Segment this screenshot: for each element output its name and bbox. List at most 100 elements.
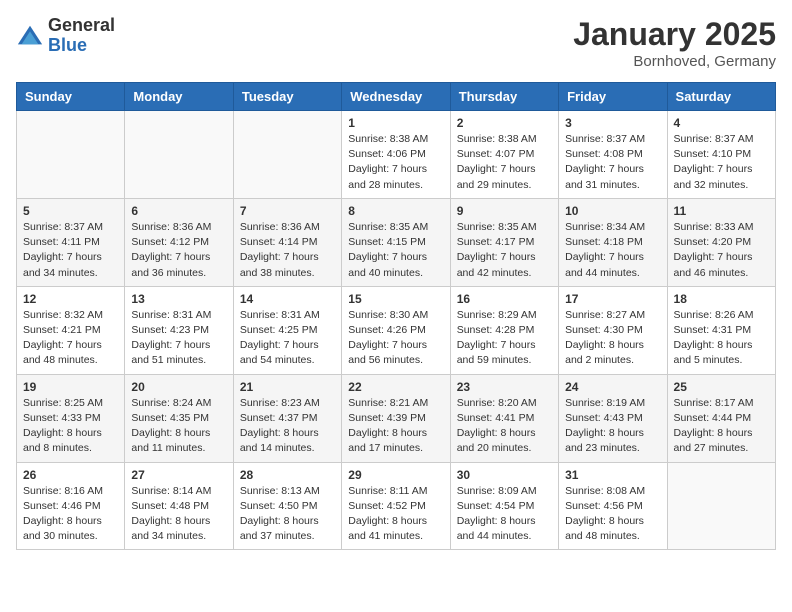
title-block: January 2025 Bornhoved, Germany	[573, 16, 776, 70]
week-row-1: 1Sunrise: 8:38 AM Sunset: 4:06 PM Daylig…	[17, 111, 776, 199]
day-number: 31	[565, 468, 660, 482]
day-info: Sunrise: 8:21 AM Sunset: 4:39 PM Dayligh…	[348, 396, 443, 457]
day-cell	[233, 111, 341, 199]
day-number: 11	[674, 204, 769, 218]
day-cell: 22Sunrise: 8:21 AM Sunset: 4:39 PM Dayli…	[342, 374, 450, 462]
logo-text: General Blue	[48, 16, 115, 56]
day-info: Sunrise: 8:27 AM Sunset: 4:30 PM Dayligh…	[565, 308, 660, 369]
day-cell: 26 Sunrise: 8:16 AM Sunset: 4:46 PM Dayli…	[17, 462, 125, 550]
day-cell: 24Sunrise: 8:19 AM Sunset: 4:43 PM Dayli…	[559, 374, 667, 462]
day-number: 7	[240, 204, 335, 218]
day-number: 3	[565, 116, 660, 130]
day-cell: 29 Sunrise: 8:11 AM Sunset: 4:52 PM Dayli…	[342, 462, 450, 550]
day-info: Sunrise: 8:32 AM Sunset: 4:21 PM Dayligh…	[23, 308, 118, 369]
day-cell: 18Sunrise: 8:26 AM Sunset: 4:31 PM Dayli…	[667, 286, 775, 374]
day-number: 28	[240, 468, 335, 482]
day-number: 23	[457, 380, 552, 394]
day-cell: 2Sunrise: 8:38 AM Sunset: 4:07 PM Daylig…	[450, 111, 558, 199]
day-cell: 3 Sunrise: 8:37 AM Sunset: 4:08 PM Daylig…	[559, 111, 667, 199]
day-number: 1	[348, 116, 443, 130]
weekday-header-row: SundayMondayTuesdayWednesdayThursdayFrid…	[17, 83, 776, 111]
day-info: Sunrise: 8:19 AM Sunset: 4:43 PM Dayligh…	[565, 396, 660, 457]
logo-general-text: General	[48, 16, 115, 36]
day-number: 15	[348, 292, 443, 306]
month-title: January 2025	[573, 16, 776, 53]
day-info: Sunrise: 8:37 AM Sunset: 4:11 PM Dayligh…	[23, 220, 118, 281]
day-number: 12	[23, 292, 118, 306]
calendar-table: SundayMondayTuesdayWednesdayThursdayFrid…	[16, 82, 776, 550]
weekday-header-saturday: Saturday	[667, 83, 775, 111]
day-info: Sunrise: 8:13 AM Sunset: 4:50 PM Dayligh…	[240, 484, 335, 545]
day-info: Sunrise: 8:16 AM Sunset: 4:46 PM Dayligh…	[23, 484, 118, 545]
day-number: 18	[674, 292, 769, 306]
day-info: Sunrise: 8:31 AM Sunset: 4:25 PM Dayligh…	[240, 308, 335, 369]
day-info: Sunrise: 8:17 AM Sunset: 4:44 PM Dayligh…	[674, 396, 769, 457]
day-cell: 7Sunrise: 8:36 AM Sunset: 4:14 PM Daylig…	[233, 198, 341, 286]
weekday-header-wednesday: Wednesday	[342, 83, 450, 111]
day-cell: 27 Sunrise: 8:14 AM Sunset: 4:48 PM Dayli…	[125, 462, 233, 550]
day-number: 29	[348, 468, 443, 482]
week-row-3: 12 Sunrise: 8:32 AM Sunset: 4:21 PM Dayli…	[17, 286, 776, 374]
day-info: Sunrise: 8:14 AM Sunset: 4:48 PM Dayligh…	[131, 484, 226, 545]
day-cell: 23 Sunrise: 8:20 AM Sunset: 4:41 PM Dayli…	[450, 374, 558, 462]
day-number: 25	[674, 380, 769, 394]
weekday-header-friday: Friday	[559, 83, 667, 111]
day-info: Sunrise: 8:35 AM Sunset: 4:17 PM Dayligh…	[457, 220, 552, 281]
day-info: Sunrise: 8:37 AM Sunset: 4:08 PM Dayligh…	[565, 132, 660, 193]
day-cell: 4Sunrise: 8:37 AM Sunset: 4:10 PM Daylig…	[667, 111, 775, 199]
day-cell: 30Sunrise: 8:09 AM Sunset: 4:54 PM Dayli…	[450, 462, 558, 550]
day-cell: 6 Sunrise: 8:36 AM Sunset: 4:12 PM Daylig…	[125, 198, 233, 286]
day-info: Sunrise: 8:24 AM Sunset: 4:35 PM Dayligh…	[131, 396, 226, 457]
day-number: 27	[131, 468, 226, 482]
day-cell: 5 Sunrise: 8:37 AM Sunset: 4:11 PM Daylig…	[17, 198, 125, 286]
day-cell: 17 Sunrise: 8:27 AM Sunset: 4:30 PM Dayli…	[559, 286, 667, 374]
day-number: 17	[565, 292, 660, 306]
day-cell: 8 Sunrise: 8:35 AM Sunset: 4:15 PM Daylig…	[342, 198, 450, 286]
day-number: 5	[23, 204, 118, 218]
day-info: Sunrise: 8:35 AM Sunset: 4:15 PM Dayligh…	[348, 220, 443, 281]
day-cell: 15 Sunrise: 8:30 AM Sunset: 4:26 PM Dayli…	[342, 286, 450, 374]
day-info: Sunrise: 8:20 AM Sunset: 4:41 PM Dayligh…	[457, 396, 552, 457]
day-number: 8	[348, 204, 443, 218]
day-number: 21	[240, 380, 335, 394]
day-cell: 12 Sunrise: 8:32 AM Sunset: 4:21 PM Dayli…	[17, 286, 125, 374]
day-info: Sunrise: 8:34 AM Sunset: 4:18 PM Dayligh…	[565, 220, 660, 281]
logo-blue-text: Blue	[48, 36, 115, 56]
day-number: 20	[131, 380, 226, 394]
day-number: 13	[131, 292, 226, 306]
day-number: 16	[457, 292, 552, 306]
day-cell: 13 Sunrise: 8:31 AM Sunset: 4:23 PM Dayli…	[125, 286, 233, 374]
day-cell	[125, 111, 233, 199]
day-info: Sunrise: 8:30 AM Sunset: 4:26 PM Dayligh…	[348, 308, 443, 369]
day-number: 14	[240, 292, 335, 306]
week-row-2: 5 Sunrise: 8:37 AM Sunset: 4:11 PM Daylig…	[17, 198, 776, 286]
day-info: Sunrise: 8:29 AM Sunset: 4:28 PM Dayligh…	[457, 308, 552, 369]
day-cell: 25 Sunrise: 8:17 AM Sunset: 4:44 PM Dayli…	[667, 374, 775, 462]
day-info: Sunrise: 8:31 AM Sunset: 4:23 PM Dayligh…	[131, 308, 226, 369]
day-cell: 11Sunrise: 8:33 AM Sunset: 4:20 PM Dayli…	[667, 198, 775, 286]
day-number: 30	[457, 468, 552, 482]
day-number: 6	[131, 204, 226, 218]
day-info: Sunrise: 8:23 AM Sunset: 4:37 PM Dayligh…	[240, 396, 335, 457]
week-row-5: 26 Sunrise: 8:16 AM Sunset: 4:46 PM Dayli…	[17, 462, 776, 550]
day-cell: 31 Sunrise: 8:08 AM Sunset: 4:56 PM Dayli…	[559, 462, 667, 550]
page-header: General Blue January 2025 Bornhoved, Ger…	[16, 16, 776, 70]
day-info: Sunrise: 8:25 AM Sunset: 4:33 PM Dayligh…	[23, 396, 118, 457]
location-title: Bornhoved, Germany	[573, 53, 776, 70]
day-cell: 28 Sunrise: 8:13 AM Sunset: 4:50 PM Dayli…	[233, 462, 341, 550]
day-cell: 19Sunrise: 8:25 AM Sunset: 4:33 PM Dayli…	[17, 374, 125, 462]
day-number: 26	[23, 468, 118, 482]
weekday-header-sunday: Sunday	[17, 83, 125, 111]
day-info: Sunrise: 8:08 AM Sunset: 4:56 PM Dayligh…	[565, 484, 660, 545]
day-cell: 10 Sunrise: 8:34 AM Sunset: 4:18 PM Dayli…	[559, 198, 667, 286]
day-info: Sunrise: 8:11 AM Sunset: 4:52 PM Dayligh…	[348, 484, 443, 545]
day-number: 9	[457, 204, 552, 218]
day-cell: 1Sunrise: 8:38 AM Sunset: 4:06 PM Daylig…	[342, 111, 450, 199]
day-info: Sunrise: 8:36 AM Sunset: 4:12 PM Dayligh…	[131, 220, 226, 281]
day-cell: 21 Sunrise: 8:23 AM Sunset: 4:37 PM Dayli…	[233, 374, 341, 462]
weekday-header-thursday: Thursday	[450, 83, 558, 111]
day-number: 4	[674, 116, 769, 130]
day-number: 10	[565, 204, 660, 218]
logo-icon	[16, 22, 44, 50]
logo: General Blue	[16, 16, 115, 56]
